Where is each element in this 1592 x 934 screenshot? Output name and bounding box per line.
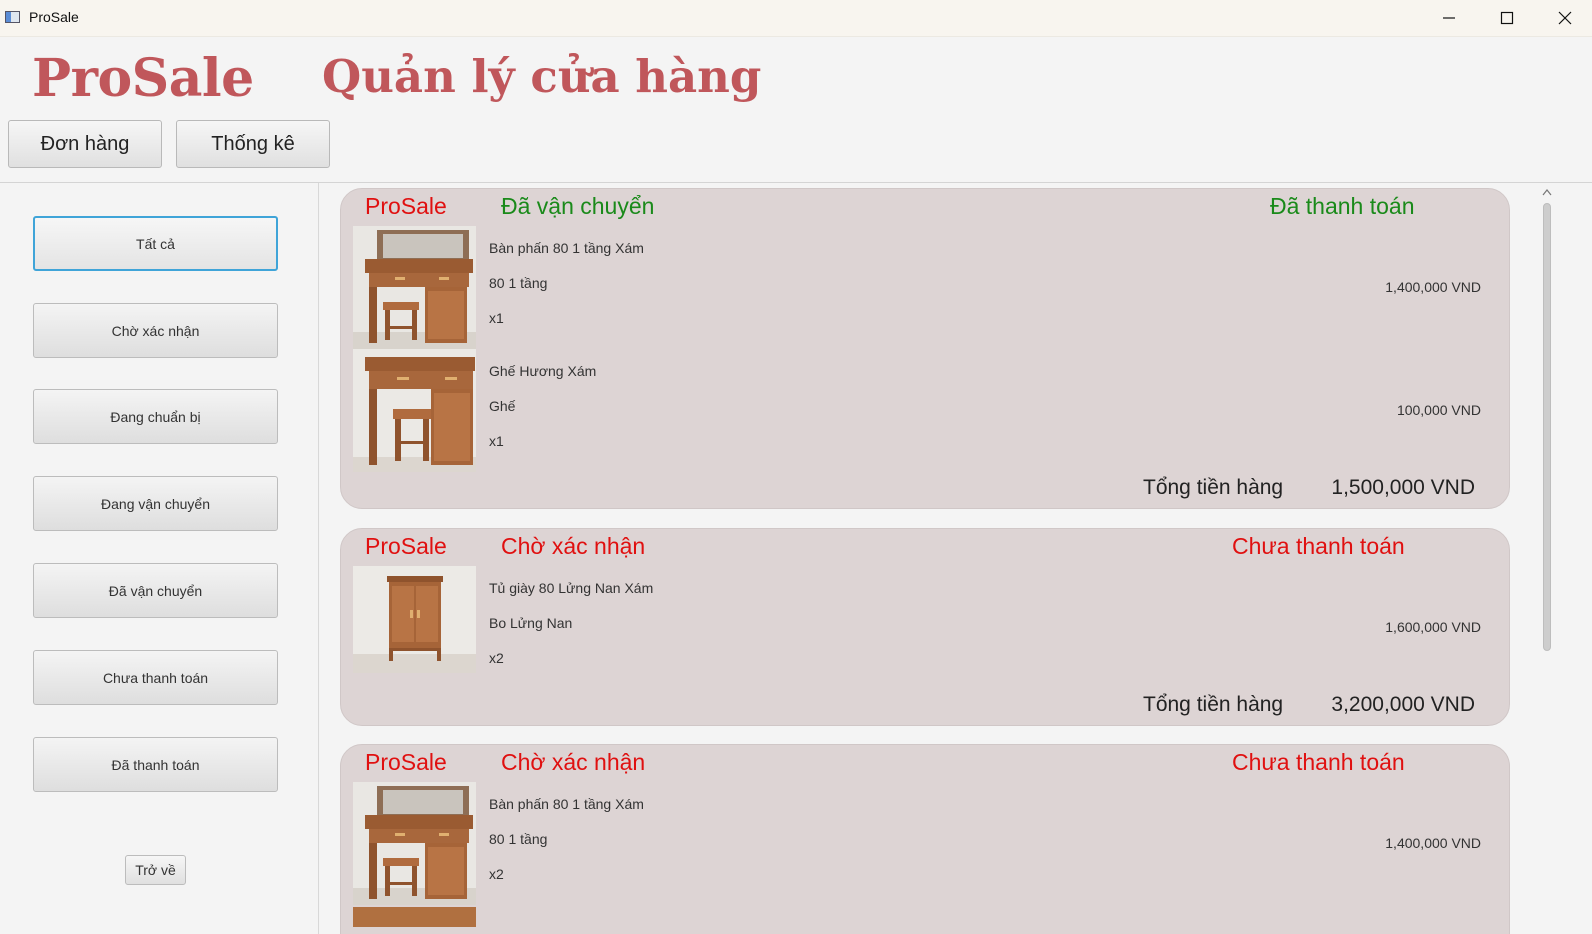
item-name: Bàn phấn 80 1 tầng Xám bbox=[489, 240, 644, 256]
order-total-label: Tổng tiền hàng bbox=[1143, 476, 1284, 499]
orders-list: ProSale Đã vận chuyển Đã thanh toán Bàn … bbox=[320, 183, 1538, 934]
sidebar-divider bbox=[318, 183, 319, 934]
filter-paid-button[interactable]: Đã thanh toán bbox=[33, 737, 278, 792]
minimize-icon bbox=[1443, 17, 1455, 19]
filter-shipped-button[interactable]: Đã vận chuyển bbox=[33, 563, 278, 618]
dresser-icon bbox=[353, 349, 476, 472]
order-payment-status: Chưa thanh toán bbox=[1232, 749, 1405, 775]
title-bar: ProSale bbox=[0, 0, 1592, 37]
item-name: Bàn phấn 80 1 tầng Xám bbox=[489, 796, 644, 812]
window-title: ProSale bbox=[29, 9, 79, 25]
item-quantity: x2 bbox=[489, 650, 504, 666]
brand-logo-text: ProSale bbox=[32, 48, 254, 109]
app-icon bbox=[5, 11, 20, 23]
filter-unpaid-button[interactable]: Chưa thanh toán bbox=[33, 650, 278, 705]
item-quantity: x1 bbox=[489, 433, 504, 449]
order-shipping-status: Đã vận chuyển bbox=[501, 193, 655, 219]
order-card: ProSale Chờ xác nhận Chưa thanh toán Tủ … bbox=[340, 528, 1510, 726]
next-item-thumbnail bbox=[353, 907, 476, 927]
item-variant: 80 1 tầng bbox=[489, 831, 548, 847]
item-quantity: x1 bbox=[489, 310, 504, 326]
filter-preparing-button[interactable]: Đang chuẩn bị bbox=[33, 389, 278, 444]
dresser-icon bbox=[353, 226, 476, 349]
order-item: Tủ giày 80 Lửng Nan Xám Bo Lửng Nan x2 1… bbox=[353, 566, 1493, 689]
maximize-button[interactable] bbox=[1478, 0, 1536, 36]
scroll-up-arrow-icon[interactable] bbox=[1542, 188, 1552, 196]
order-shop-name: ProSale bbox=[365, 533, 447, 559]
order-shop-name: ProSale bbox=[365, 193, 447, 219]
order-total-value: 1,500,000 VND bbox=[1331, 476, 1475, 499]
order-shop-name: ProSale bbox=[365, 749, 447, 775]
order-item: Ghế Hương Xám Ghế x1 100,000 VND bbox=[353, 349, 1493, 472]
filter-shipping-button[interactable]: Đang vận chuyển bbox=[33, 476, 278, 531]
filter-all-button[interactable]: Tất cả bbox=[33, 216, 278, 271]
order-item: Bàn phấn 80 1 tầng Xám 80 1 tầng x1 1,40… bbox=[353, 226, 1493, 349]
order-payment-status: Đã thanh toán bbox=[1270, 193, 1415, 219]
item-price: 100,000 VND bbox=[1396, 402, 1481, 418]
scrollbar-thumb[interactable] bbox=[1543, 203, 1551, 651]
item-variant: Ghế bbox=[489, 398, 516, 414]
orders-scrollbar[interactable] bbox=[1538, 186, 1556, 934]
order-total-label: Tổng tiền hàng bbox=[1143, 693, 1284, 716]
item-variant: 80 1 tầng bbox=[489, 275, 548, 291]
statistics-tab-button[interactable]: Thống kê bbox=[176, 120, 330, 168]
order-shipping-status: Chờ xác nhận bbox=[501, 749, 646, 775]
order-total-value: 3,200,000 VND bbox=[1331, 693, 1475, 716]
order-shipping-status: Chờ xác nhận bbox=[501, 533, 646, 559]
item-price: 1,400,000 VND bbox=[1385, 835, 1481, 851]
order-card: ProSale Đã vận chuyển Đã thanh toán Bàn … bbox=[340, 188, 1510, 509]
item-name: Ghế Hương Xám bbox=[489, 363, 597, 379]
cabinet-icon bbox=[353, 566, 476, 673]
item-price: 1,400,000 VND bbox=[1385, 279, 1481, 295]
filter-pending-confirmation-button[interactable]: Chờ xác nhận bbox=[33, 303, 278, 358]
orders-tab-button[interactable]: Đơn hàng bbox=[8, 120, 162, 168]
close-button[interactable] bbox=[1536, 0, 1592, 36]
item-variant: Bo Lửng Nan bbox=[489, 615, 573, 631]
back-button[interactable]: Trở về bbox=[125, 855, 186, 885]
item-name: Tủ giày 80 Lửng Nan Xám bbox=[489, 580, 654, 596]
minimize-button[interactable] bbox=[1420, 0, 1478, 36]
item-quantity: x2 bbox=[489, 866, 504, 882]
order-item: Bàn phấn 80 1 tầng Xám 80 1 tầng x2 1,40… bbox=[353, 782, 1493, 905]
close-icon bbox=[1558, 11, 1572, 25]
maximize-icon bbox=[1500, 11, 1514, 25]
dresser-icon bbox=[353, 782, 476, 905]
page-title: Quản lý cửa hàng bbox=[322, 50, 762, 103]
order-card: ProSale Chờ xác nhận Chưa thanh toán Bàn… bbox=[340, 744, 1510, 934]
order-payment-status: Chưa thanh toán bbox=[1232, 533, 1405, 559]
item-price: 1,600,000 VND bbox=[1385, 619, 1481, 635]
